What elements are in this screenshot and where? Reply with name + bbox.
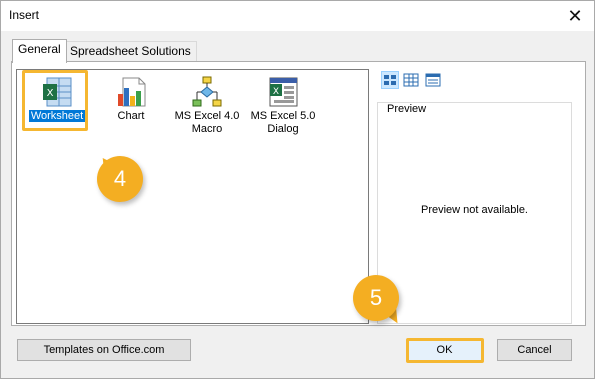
svg-text:X: X: [273, 87, 279, 97]
item-label: MS Excel 4.0 Macro: [174, 110, 240, 135]
excel-worksheet-icon: X: [43, 77, 72, 107]
svg-text:X: X: [47, 88, 54, 99]
close-icon: ✕: [567, 6, 583, 26]
tab-general[interactable]: General: [12, 39, 67, 63]
view-large-icons-button[interactable]: [381, 71, 399, 89]
close-button[interactable]: ✕: [562, 4, 588, 28]
ok-button[interactable]: OK: [407, 339, 482, 361]
item-label: Chart: [117, 110, 145, 122]
dialog-sheet-icon: X: [269, 77, 298, 107]
tab-spreadsheet-solutions[interactable]: Spreadsheet Solutions: [64, 41, 197, 61]
dialog-title: Insert: [9, 8, 40, 22]
item-label: MS Excel 5.0 Dialog: [250, 110, 316, 135]
details-view-icon: [425, 73, 441, 87]
list-view-icon: [403, 73, 419, 87]
large-icons-view-icon: [384, 75, 396, 85]
callout-step-5: 5: [353, 275, 399, 321]
view-details-button[interactable]: [424, 71, 442, 89]
templates-on-office-button[interactable]: Templates on Office.com: [17, 339, 191, 361]
cancel-button[interactable]: Cancel: [497, 339, 572, 361]
view-list-button[interactable]: [402, 71, 420, 89]
callout-step-4: 4: [97, 156, 143, 202]
template-list[interactable]: X Worksheet Chart MS Excel 4.0 Macro X M…: [16, 69, 369, 324]
preview-label: Preview: [385, 103, 429, 115]
chart-icon: [118, 77, 146, 107]
title-bar: Insert ✕: [1, 1, 594, 31]
macro-flowchart-icon: [192, 76, 222, 107]
item-label: Worksheet: [28, 110, 86, 122]
insert-dialog: Insert ✕ General Spreadsheet Solutions X…: [0, 0, 595, 379]
preview-message: Preview not available.: [420, 204, 528, 216]
